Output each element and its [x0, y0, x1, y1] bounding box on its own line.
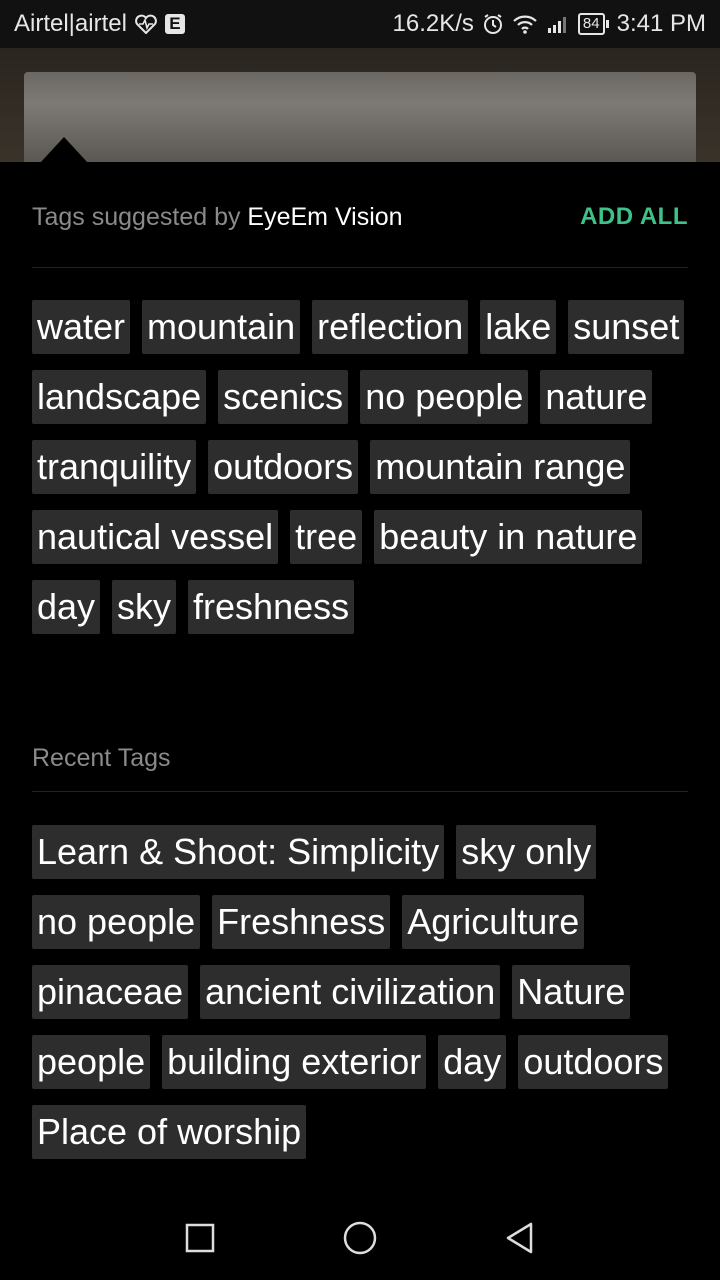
tag-chip[interactable]: sunset [568, 300, 685, 354]
tag-chip[interactable]: pinaceae [32, 965, 189, 1019]
tag-chip[interactable]: outdoors [518, 1035, 669, 1089]
navigation-bar [0, 1196, 720, 1280]
divider [32, 267, 688, 268]
tag-chip[interactable]: water [32, 300, 131, 354]
tag-chip[interactable]: scenics [218, 370, 349, 424]
tag-chip[interactable]: no people [32, 895, 201, 949]
network-type-icon: E [164, 14, 185, 34]
tag-chip[interactable]: nautical vessel [32, 510, 279, 564]
tag-chip[interactable]: no people [360, 370, 529, 424]
tag-chip[interactable]: mountain [142, 300, 301, 354]
battery-icon: 84 [577, 13, 609, 35]
battery-tip [605, 20, 609, 28]
tag-chip[interactable]: sky only [456, 825, 597, 879]
tag-chip[interactable]: nature [540, 370, 653, 424]
tag-chip[interactable]: building exterior [162, 1035, 427, 1089]
tags-popup: Tags suggested by EyeEm Vision ADD ALL w… [0, 162, 720, 1196]
status-right: 16.2K/s 84 3:41 PM [393, 10, 706, 38]
suggested-tags-header: Tags suggested by EyeEm Vision ADD ALL [32, 198, 688, 236]
suggested-title-prefix: Tags suggested by [32, 202, 248, 231]
tag-chip[interactable]: sky [112, 580, 177, 634]
tag-chip[interactable]: mountain range [370, 440, 631, 494]
tag-chip[interactable]: Nature [512, 965, 631, 1019]
add-all-button[interactable]: ADD ALL [580, 203, 688, 231]
tag-chip[interactable]: ancient civilization [200, 965, 501, 1019]
battery-level: 84 [577, 13, 605, 35]
network-speed: 16.2K/s [392, 10, 474, 37]
tag-chip[interactable]: day [32, 580, 101, 634]
triangle-back-icon [506, 1222, 533, 1254]
home-button[interactable] [338, 1216, 382, 1260]
tag-chip[interactable]: Place of worship [32, 1105, 307, 1159]
tag-chip[interactable]: landscape [32, 370, 207, 424]
status-bar: Airtel|airtel E 16.2K/s 84 3:41 PM [0, 0, 720, 48]
tag-chip[interactable]: beauty in nature [374, 510, 643, 564]
tag-chip[interactable]: tranquility [32, 440, 197, 494]
tag-chip[interactable]: freshness [188, 580, 355, 634]
tag-chip[interactable]: Learn & Shoot: Simplicity [32, 825, 445, 879]
alarm-icon [482, 13, 504, 35]
recent-tags-header: Recent Tags [32, 740, 688, 776]
signal-icon [546, 14, 570, 34]
tag-chip[interactable]: tree [290, 510, 363, 564]
recent-apps-button[interactable] [178, 1216, 222, 1260]
suggested-tags-title: Tags suggested by EyeEm Vision [32, 203, 403, 232]
clock-time: 3:41 PM [616, 10, 706, 37]
carrier-name: Airtel|airtel [14, 10, 127, 37]
popup-pointer [40, 137, 88, 163]
divider [32, 791, 688, 792]
suggested-tags-list: water mountain reflection lake sunset landsca… [32, 300, 692, 634]
heart-pulse-icon [135, 14, 157, 34]
tag-chip[interactable]: Agriculture [402, 895, 585, 949]
tag-chip[interactable]: lake [480, 300, 557, 354]
tag-chip[interactable]: day [438, 1035, 507, 1089]
tag-chip[interactable]: Freshness [212, 895, 391, 949]
back-button[interactable] [498, 1216, 542, 1260]
square-recent-icon [185, 1223, 215, 1253]
photo-preview [24, 72, 696, 162]
suggested-title-brand: EyeEm Vision [247, 202, 403, 231]
status-left: Airtel|airtel E [14, 10, 185, 38]
recent-tags-title: Recent Tags [32, 743, 171, 772]
wifi-icon [512, 13, 538, 35]
tag-chip[interactable]: outdoors [208, 440, 359, 494]
recent-tags-list: Learn & Shoot: Simplicity sky only no peop… [32, 825, 692, 1159]
tag-chip[interactable]: people [32, 1035, 151, 1089]
circle-home-icon [343, 1221, 377, 1255]
tag-chip[interactable]: reflection [312, 300, 469, 354]
